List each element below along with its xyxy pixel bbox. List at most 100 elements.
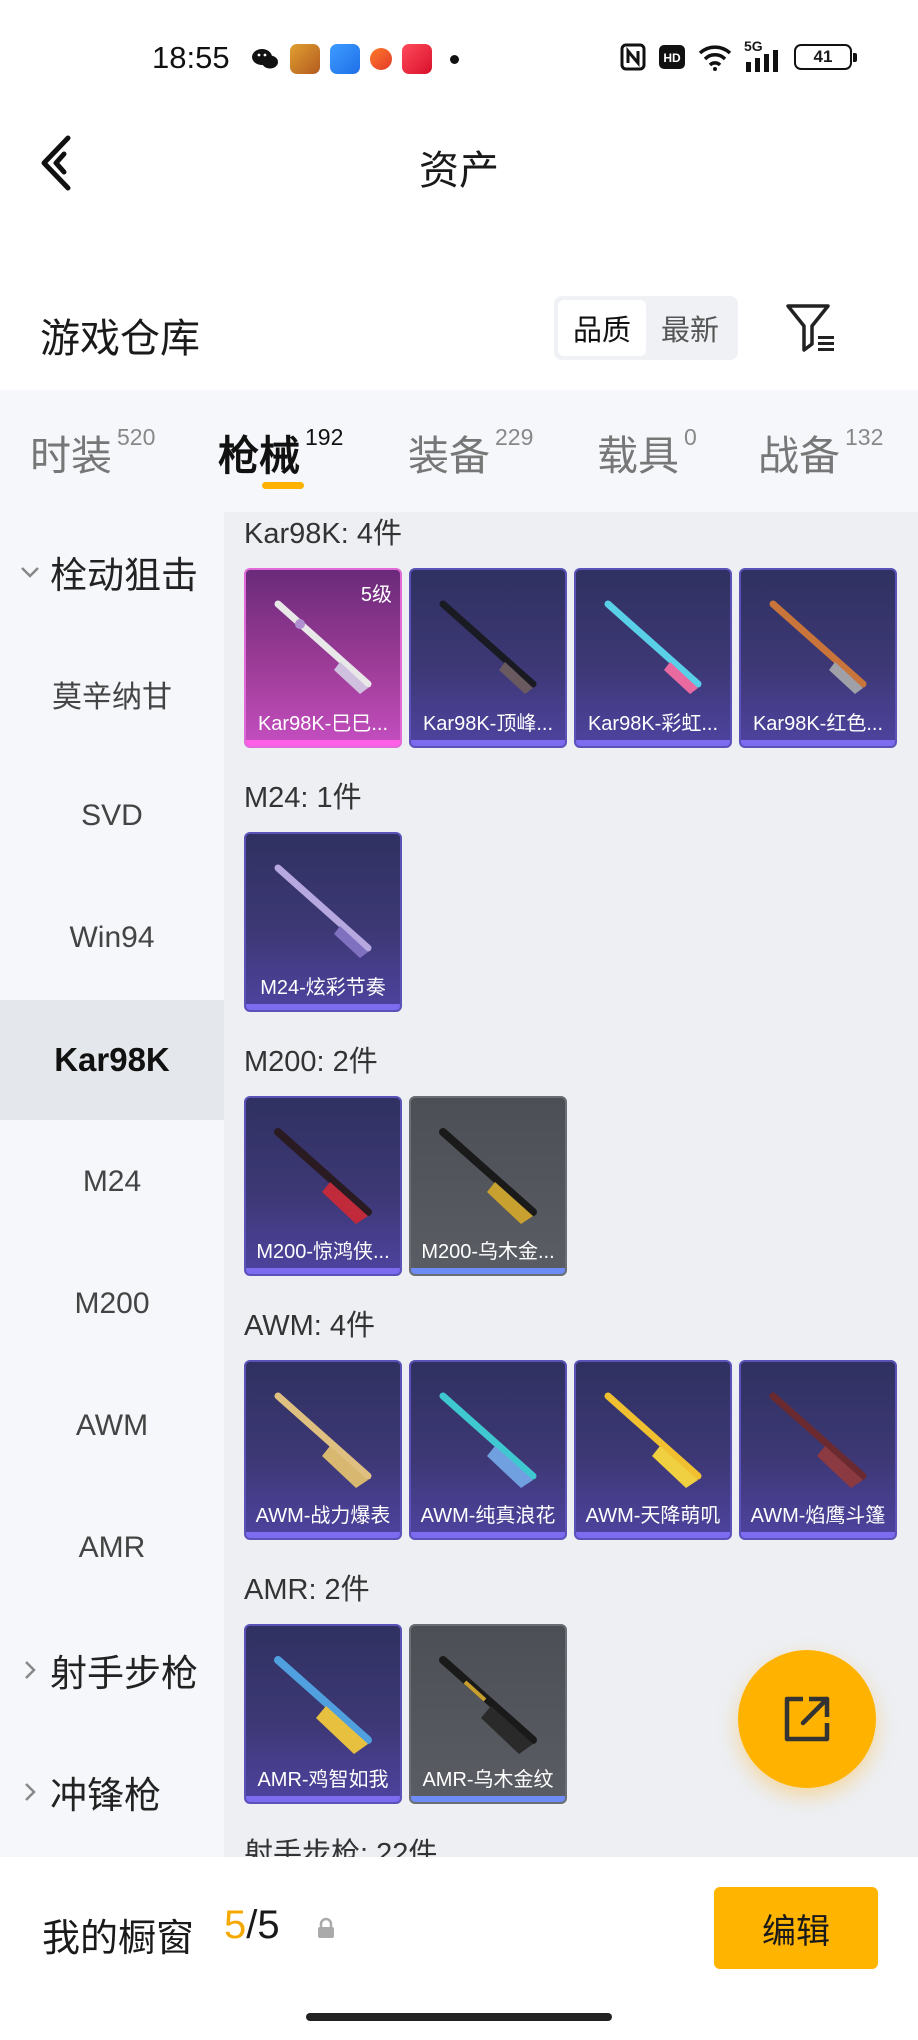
filter-button[interactable] <box>784 300 840 356</box>
battery-icon: 41 <box>794 44 857 70</box>
warehouse-title: 游戏仓库 <box>40 317 200 361</box>
sidebar-group-smg[interactable]: 冲锋枪 <box>0 1732 224 1852</box>
skin-card[interactable]: Kar98K-顶峰... <box>409 568 567 748</box>
gamepad-app-icon <box>370 48 392 70</box>
quality-bar <box>246 1532 400 1538</box>
sidebar-item-kar98k[interactable]: Kar98K <box>0 1000 224 1120</box>
sidebar-item-awm[interactable]: AWM <box>0 1366 224 1486</box>
section-title-m24: M24: 1件 <box>244 782 362 814</box>
skin-card[interactable]: AWM-焰鹰斗篷 <box>739 1360 897 1540</box>
skin-name: AMR-乌木金纹 <box>422 1769 554 1791</box>
skin-card[interactable]: M200-惊鸿侠... <box>244 1096 402 1276</box>
rifle-icon <box>604 1392 702 1488</box>
quality-bar <box>411 1532 565 1538</box>
quality-bar <box>411 1268 565 1274</box>
tab-vehicles[interactable]: 载具 0 <box>597 422 697 482</box>
skin-name: M200-乌木金... <box>421 1241 555 1263</box>
wechat-icon <box>252 49 278 69</box>
rifle-icon <box>769 1392 867 1488</box>
skin-card[interactable]: M24-炫彩节奏 <box>244 832 402 1012</box>
quality-bar <box>246 1268 400 1274</box>
rifle-icon <box>439 1392 537 1488</box>
section-title-amr: AMR: 2件 <box>244 1574 370 1606</box>
skin-name: AWM-焰鹰斗篷 <box>750 1505 886 1527</box>
rifle-icon <box>769 600 867 694</box>
skin-name: M200-惊鸿侠... <box>256 1241 390 1263</box>
showcase-bar: 我的橱窗 5/5 编辑 <box>0 1857 918 2040</box>
section-title-kar98k: Kar98K: 4件 <box>244 518 402 550</box>
home-indicator[interactable] <box>306 2013 612 2021</box>
lock-icon <box>318 1917 334 1938</box>
skin-card[interactable]: AWM-天降萌叽 <box>574 1360 732 1540</box>
skin-card[interactable]: AMR-鸡智如我 <box>244 1624 402 1804</box>
section-title-awm: AWM: 4件 <box>244 1310 376 1342</box>
skin-name: Kar98K-彩虹... <box>587 713 719 735</box>
rifle-icon <box>439 1128 537 1224</box>
sidebar-item-svd[interactable]: SVD <box>0 756 224 876</box>
tab-count: 192 <box>305 424 344 450</box>
edit-button[interactable]: 编辑 <box>714 1887 878 1969</box>
battery-level: 41 <box>813 47 833 66</box>
wifi-icon <box>698 45 732 71</box>
skin-name: Kar98K-顶峰... <box>422 713 554 735</box>
quality-bar <box>246 1796 400 1802</box>
tab-label: 枪械 <box>218 433 300 479</box>
rifle-icon <box>274 1128 372 1224</box>
quality-bar <box>411 740 565 746</box>
rifle-icon <box>439 600 537 694</box>
share-fab-button[interactable] <box>738 1650 876 1788</box>
tab-count: 229 <box>495 424 534 450</box>
hd-icon: HD <box>659 45 685 69</box>
category-tabs: 时装 520 枪械 192 装备 229 载具 0 战备 132 <box>0 390 918 512</box>
skin-card[interactable]: Kar98K-彩虹... <box>574 568 732 748</box>
sidebar-group-marksman-rifles[interactable]: 射手步枪 <box>0 1610 224 1730</box>
chevron-right-icon <box>25 1783 36 1801</box>
sidebar-item-m200[interactable]: M200 <box>0 1244 224 1364</box>
skin-card[interactable]: AMR-乌木金纹 <box>409 1624 567 1804</box>
more-dot-icon <box>450 54 459 64</box>
sidebar-item-label: AMR <box>78 1531 146 1564</box>
sidebar-item-label: Win94 <box>69 921 155 954</box>
sidebar-item-amr[interactable]: AMR <box>0 1488 224 1608</box>
chevron-right-icon <box>25 1661 36 1679</box>
quality-bar <box>246 1004 400 1010</box>
sidebar-item-label: 莫辛纳甘 <box>52 681 172 714</box>
status-time: 18:55 <box>152 40 230 75</box>
sidebar-item-label: M24 <box>82 1165 142 1198</box>
tab-firearms[interactable]: 枪械 192 <box>218 422 343 482</box>
sort-by-newest[interactable]: 最新 <box>646 300 734 356</box>
music-app-icon <box>402 44 432 74</box>
tab-label: 载具 <box>597 433 679 479</box>
chevron-down-icon <box>21 567 39 578</box>
sort-by-quality[interactable]: 品质 <box>558 300 646 356</box>
tab-count: 520 <box>117 424 156 450</box>
section-title-marksman: 射手步枪: 22件 <box>244 1838 438 1857</box>
skin-card[interactable]: AWM-纯真浪花 <box>409 1360 567 1540</box>
skin-card[interactable]: Kar98K-红色... <box>739 568 897 748</box>
sidebar-item-label: M200 <box>74 1287 150 1320</box>
showcase-total: 5 <box>257 1903 280 1947</box>
skin-card[interactable]: AWM-战力爆表 <box>244 1360 402 1540</box>
game-app-icon <box>290 44 320 74</box>
quality-bar <box>741 1532 895 1538</box>
tab-equipment[interactable]: 装备 229 <box>408 422 533 482</box>
tab-fashion[interactable]: 时装 520 <box>30 422 155 482</box>
rifle-icon <box>274 1656 372 1754</box>
skin-name: AMR-鸡智如我 <box>257 1769 389 1791</box>
sidebar-item-win94[interactable]: Win94 <box>0 878 224 998</box>
tab-supplies[interactable]: 战备 132 <box>758 422 883 482</box>
skin-card[interactable]: 5级 Kar98K-巳巳... <box>244 568 402 748</box>
quality-bar <box>576 740 730 746</box>
sidebar-item-mosin[interactable]: 莫辛纳甘 <box>0 634 224 754</box>
skin-name: Kar98K-巳巳... <box>257 713 389 735</box>
skin-name: Kar98K-红色... <box>752 713 884 735</box>
sidebar-item-label: AWM <box>75 1409 149 1442</box>
rifle-icon <box>604 600 702 694</box>
sidebar-item-m24[interactable]: M24 <box>0 1122 224 1242</box>
nfc-icon <box>620 43 646 71</box>
sidebar-group-bolt-action[interactable]: 栓动狙击 <box>0 512 224 632</box>
showcase-separator: / <box>246 1903 258 1947</box>
status-bar: 18:55 HD 5G 41 <box>0 0 918 120</box>
sidebar-item-label: Kar98K <box>54 1041 170 1078</box>
skin-card[interactable]: M200-乌木金... <box>409 1096 567 1276</box>
